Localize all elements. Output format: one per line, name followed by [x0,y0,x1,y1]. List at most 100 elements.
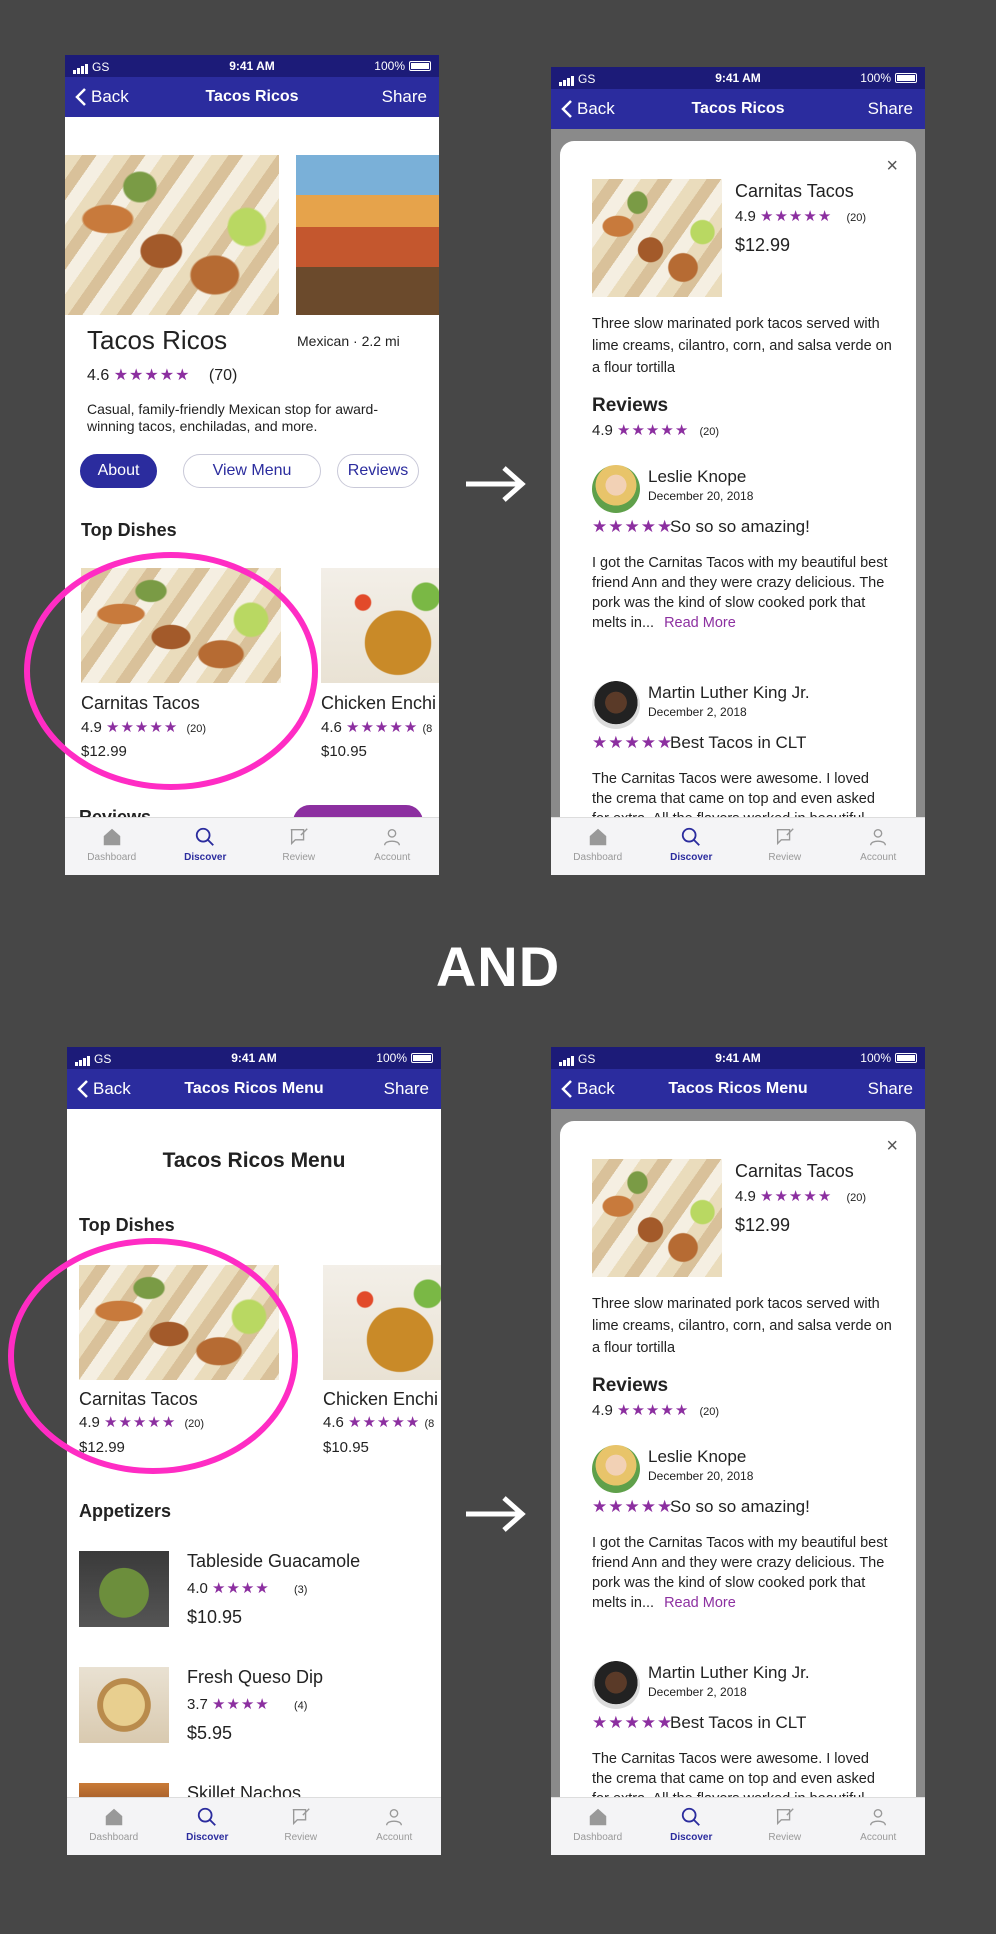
review-title: So so so amazing! [670,1497,810,1516]
review-edit-icon [776,828,794,846]
tab-bar: Dashboard Discover Review Account [67,1797,441,1855]
tab-account[interactable]: Account [832,1798,926,1855]
rating-value: 4.9 [735,208,756,225]
close-icon[interactable]: × [886,1135,898,1158]
tab-label: Discover [184,852,227,863]
cuisine-label: Mexican [297,333,350,349]
modal-dish-description: Three slow marinated pork tacos served w… [592,316,892,376]
tab-account[interactable]: Account [348,1798,442,1855]
hero-photo-restaurant[interactable] [296,155,439,315]
review-title: Best Tacos in CLT [670,733,807,752]
pill-about[interactable]: About [80,454,157,488]
rating-value: 3.7 [187,1696,208,1713]
tab-account[interactable]: Account [346,818,440,875]
rating-stars: ★★★★ [212,1696,270,1713]
home-icon [589,1808,606,1826]
pill-reviews[interactable]: Reviews [337,454,419,488]
modal-dish-name: Carnitas Tacos [735,1161,854,1181]
rating-value: 4.9 [592,1402,613,1419]
dish-rating: 4.6 ★★★★★ (8 [321,718,432,736]
status-bar: GS 9:41 AM 100% [65,55,439,77]
and-connector: AND [435,935,561,998]
menu-item-name: Fresh Queso Dip [187,1667,324,1687]
tab-review[interactable]: Review [738,1798,832,1855]
user-icon [870,828,887,846]
restaurant-meta: Mexican · 2.2 mi [297,333,400,349]
rating-value: 4.9 [735,1188,756,1205]
hero-photo-tacos[interactable] [65,155,279,315]
tab-discover[interactable]: Discover [645,1798,739,1855]
review-stars: ★★★★★ [592,1497,674,1516]
review-edit-icon [290,828,308,846]
dish-photo [321,568,439,683]
rating-stars: ★★★★★ [760,208,833,225]
status-bar: GS 9:41 AM 100% [551,1047,925,1069]
phone-dish-modal-2: GS 9:41 AM 100% Back Tacos Ricos Menu Sh… [551,1047,925,1855]
menu-item-name: Tableside Guacamole [187,1551,361,1571]
avatar [592,465,640,513]
rating-count: (20) [846,212,867,224]
highlight-circle [24,552,318,790]
review-date: December 2, 2018 [648,705,747,719]
menu-item-photo [79,1667,169,1743]
status-bar: GS 9:41 AM 100% [551,67,925,89]
share-button[interactable]: Share [384,1079,429,1099]
share-button[interactable]: Share [868,99,913,119]
review-body: I got the Carnitas Tacos with my beautif… [592,1533,892,1613]
share-button[interactable]: Share [382,87,427,107]
tab-dashboard[interactable]: Dashboard [67,1798,161,1855]
review-date: December 20, 2018 [648,1469,754,1483]
dish-count: (8 [424,1418,435,1430]
tab-dashboard[interactable]: Dashboard [65,818,159,875]
dish-name: Chicken Enchi [321,693,437,713]
modal-dish-price: $12.99 [735,235,791,255]
review-stars: ★★★★★ [592,517,674,536]
status-bar: GS 9:41 AM 100% [67,1047,441,1069]
rating-stars: ★★★★★ [113,367,191,384]
search-icon [682,827,701,846]
tab-label: Account [860,852,897,863]
read-more-link[interactable]: Read More [664,615,736,631]
dish-modal: × Carnitas Tacos 4.9 ★★★★★ (20) $12.99 T… [560,141,916,841]
dish-name: Chicken Enchi [323,1389,439,1409]
phone-dish-modal-1: GS 9:41 AM 100% Back Tacos Ricos Share ×… [551,67,925,875]
review-author: Leslie Knope [648,1447,747,1466]
tab-dashboard[interactable]: Dashboard [551,1798,645,1855]
home-icon [103,828,120,846]
tab-dashboard[interactable]: Dashboard [551,818,645,875]
tab-label: Discover [670,1832,713,1843]
pill-view-menu[interactable]: View Menu [183,454,321,488]
tab-discover[interactable]: Discover [645,818,739,875]
tab-discover[interactable]: Discover [159,818,253,875]
tab-review[interactable]: Review [738,818,832,875]
modal-dish-rating: 4.9 ★★★★★ (20) [735,1187,866,1205]
tab-discover[interactable]: Discover [161,1798,255,1855]
battery-icon [409,61,431,71]
rating-count: (20) [699,426,720,438]
dish-count: (8 [422,723,433,735]
dish-photo [323,1265,441,1380]
tab-label: Review [284,1832,318,1843]
reviews-heading: Reviews [592,395,669,416]
tab-label: Review [768,1832,802,1843]
tab-label: Review [282,852,316,863]
dish-stars: ★★★★★ [346,719,419,736]
user-icon [870,1808,887,1826]
rating-value: 4.6 [87,367,110,384]
share-button[interactable]: Share [868,1079,913,1099]
rating-count: (20) [846,1192,867,1204]
tab-review[interactable]: Review [254,1798,348,1855]
review-stars: ★★★★★ [592,1713,674,1732]
tab-review[interactable]: Review [252,818,346,875]
rating-count: (4) [294,1700,308,1712]
modal-dish-photo [592,179,722,297]
read-more-link[interactable]: Read More [664,1595,736,1611]
close-icon[interactable]: × [886,155,898,178]
rating-count: (20) [699,1406,720,1418]
rating-value: 4.9 [592,422,613,439]
battery-percent: 100% [860,1051,891,1065]
user-icon [384,828,401,846]
tab-label: Discover [186,1832,229,1843]
tab-account[interactable]: Account [832,818,926,875]
nav-bar: Back Tacos Ricos Share [65,77,439,117]
